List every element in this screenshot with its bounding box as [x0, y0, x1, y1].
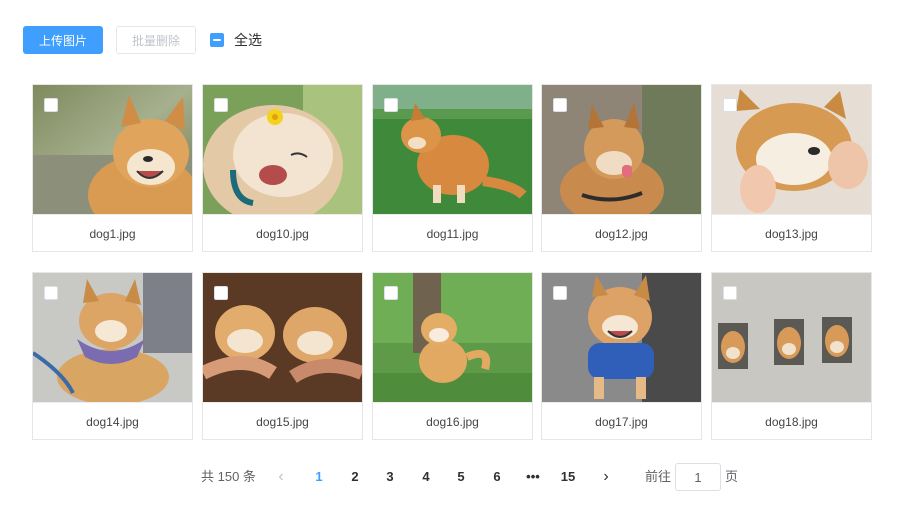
batch-delete-button[interactable]: 批量删除: [116, 26, 196, 54]
chevron-left-icon[interactable]: ‹: [271, 463, 291, 491]
page-1[interactable]: 1: [304, 463, 334, 491]
image-checkbox[interactable]: [214, 286, 228, 300]
image-checkbox[interactable]: [384, 98, 398, 112]
page-15[interactable]: 15: [553, 463, 583, 491]
page-4[interactable]: 4: [411, 463, 441, 491]
image-checkbox[interactable]: [723, 98, 737, 112]
goto-prefix: 前往: [645, 469, 672, 484]
goto-suffix: 页: [725, 469, 739, 484]
image-card[interactable]: dog13.jpg: [711, 84, 872, 252]
image-filename: dog14.jpg: [33, 402, 192, 441]
pagination-total: 共 150 条: [201, 469, 256, 484]
image-filename: dog17.jpg: [542, 402, 701, 441]
page-3[interactable]: 3: [375, 463, 405, 491]
more-pages-icon[interactable]: •••: [518, 463, 548, 491]
image-card[interactable]: dog12.jpg: [541, 84, 702, 252]
goto-page-input[interactable]: [675, 463, 721, 491]
toolbar: 上传图片 批量删除 全选: [23, 26, 262, 54]
image-filename: dog12.jpg: [542, 214, 701, 253]
page-5[interactable]: 5: [446, 463, 476, 491]
image-checkbox[interactable]: [44, 286, 58, 300]
image-card[interactable]: dog18.jpg: [711, 272, 872, 440]
image-filename: dog15.jpg: [203, 402, 362, 441]
image-filename: dog16.jpg: [373, 402, 532, 441]
image-filename: dog1.jpg: [33, 214, 192, 253]
pagination: 共 150 条 ‹ 1 2 3 4 5 6 ••• 15 › 前往 页: [0, 463, 911, 491]
image-card[interactable]: dog1.jpg: [32, 84, 193, 252]
select-all-label: 全选: [234, 32, 262, 48]
indeterminate-checkbox-icon[interactable]: [210, 33, 224, 47]
image-filename: dog13.jpg: [712, 214, 871, 253]
image-card[interactable]: dog11.jpg: [372, 84, 533, 252]
image-card[interactable]: dog14.jpg: [32, 272, 193, 440]
image-filename: dog18.jpg: [712, 402, 871, 441]
image-filename: dog11.jpg: [373, 214, 532, 253]
page-2[interactable]: 2: [340, 463, 370, 491]
image-card[interactable]: dog15.jpg: [202, 272, 363, 440]
image-checkbox[interactable]: [384, 286, 398, 300]
image-card[interactable]: dog17.jpg: [541, 272, 702, 440]
page-6[interactable]: 6: [482, 463, 512, 491]
image-checkbox[interactable]: [214, 98, 228, 112]
image-filename: dog10.jpg: [203, 214, 362, 253]
image-checkbox[interactable]: [553, 98, 567, 112]
image-checkbox[interactable]: [723, 286, 737, 300]
image-card[interactable]: dog10.jpg: [202, 84, 363, 252]
image-card[interactable]: dog16.jpg: [372, 272, 533, 440]
select-all-checkbox[interactable]: 全选: [210, 30, 262, 50]
image-checkbox[interactable]: [44, 98, 58, 112]
upload-image-button[interactable]: 上传图片: [23, 26, 103, 54]
chevron-right-icon[interactable]: ›: [596, 463, 616, 491]
image-checkbox[interactable]: [553, 286, 567, 300]
